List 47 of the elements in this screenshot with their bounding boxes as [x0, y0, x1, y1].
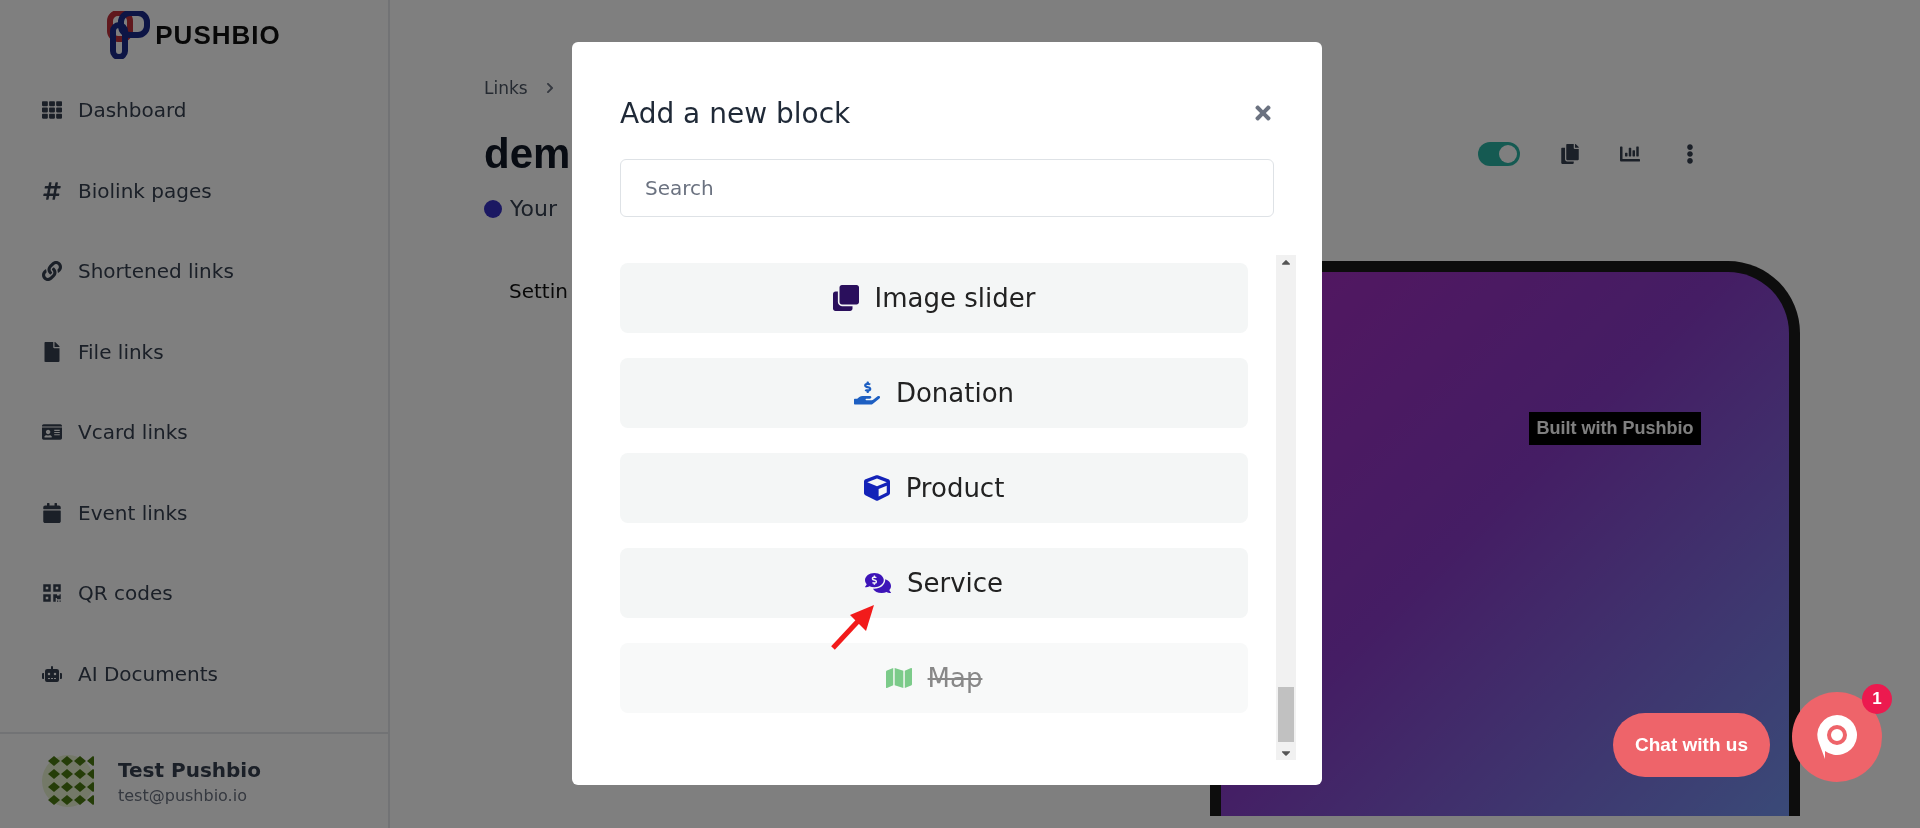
search-field[interactable]: Search — [620, 159, 1274, 217]
link-icon — [42, 261, 62, 282]
chat-dollar-icon — [864, 570, 891, 596]
sidebar-item[interactable]: Event links — [42, 472, 388, 553]
brand-name: PUSHBIO — [155, 19, 281, 51]
chat-with-us-button[interactable]: Chat with us — [1613, 713, 1770, 777]
copy-button[interactable] — [1560, 144, 1580, 164]
logo-icon — [107, 11, 152, 59]
block-option[interactable]: Product — [620, 453, 1248, 523]
avatar-icon — [42, 755, 94, 807]
breadcrumb-link[interactable]: Links — [484, 78, 528, 98]
id-card-icon — [42, 422, 62, 443]
sidebar-item[interactable]: AI Documents — [42, 633, 388, 714]
scrollbar-thumb[interactable] — [1278, 687, 1294, 742]
calendar-icon — [42, 502, 62, 523]
settings-tab[interactable]: Settin — [509, 279, 568, 303]
stacked-squares-icon — [832, 285, 859, 311]
pointer-arrow — [830, 603, 876, 651]
notification-badge: 1 — [1861, 684, 1892, 714]
block-option[interactable]: Service — [620, 548, 1248, 618]
dialog-title: Add a new block — [620, 96, 851, 130]
sidebar-item[interactable]: File links — [42, 311, 388, 392]
built-with-label: Built with Pushbio — [1528, 412, 1702, 445]
user-name: Test Pushbio — [118, 757, 261, 782]
scrollbar[interactable] — [1276, 255, 1296, 760]
hashtag-icon — [42, 180, 62, 201]
cube-icon — [863, 475, 890, 501]
page-title: dem — [484, 130, 572, 178]
qr-code-icon — [42, 583, 62, 604]
grid-icon — [42, 100, 62, 121]
toggle-switch[interactable] — [1478, 142, 1520, 166]
user-email: test@pushbio.io — [118, 785, 248, 805]
file-icon — [42, 341, 62, 362]
sidebar-item[interactable]: Dashboard — [42, 70, 388, 151]
chat-bubble-icon — [1814, 713, 1859, 761]
sidebar-item[interactable]: Vcard links — [42, 392, 388, 473]
status-dot — [484, 199, 502, 218]
block-option[interactable]: Image slider — [620, 263, 1248, 333]
robot-icon — [42, 663, 62, 684]
statistics-button[interactable] — [1620, 144, 1640, 164]
block-option[interactable]: Donation — [620, 358, 1248, 428]
sidebar-item[interactable]: QR codes — [42, 553, 388, 634]
status-text: Your — [510, 196, 557, 221]
hand-dollar-icon — [853, 380, 880, 406]
map-icon — [885, 665, 912, 691]
sidebar-item[interactable]: Shortened links — [42, 231, 388, 312]
sidebar-item[interactable]: Biolink pages — [42, 150, 388, 231]
